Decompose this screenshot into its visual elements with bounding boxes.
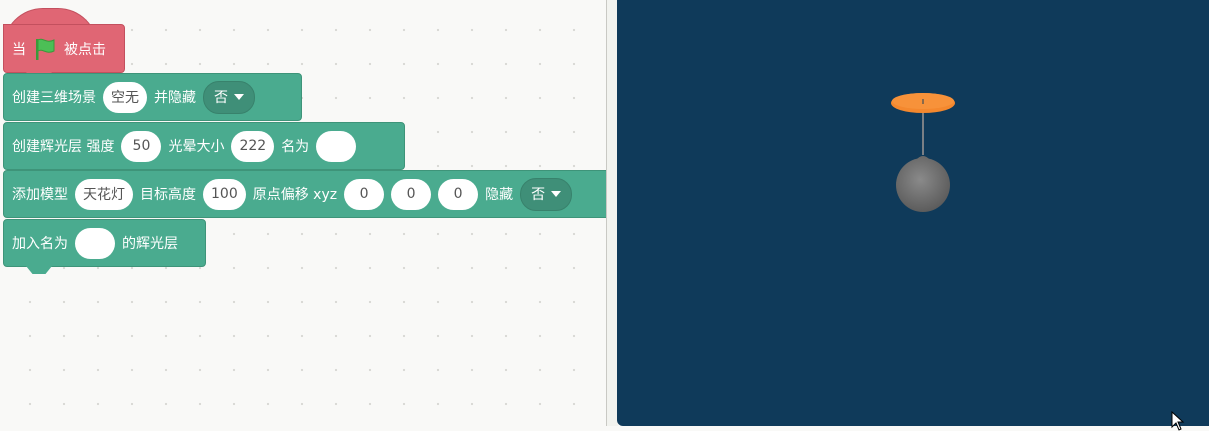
- block-label: 光晕大小: [168, 139, 225, 155]
- when-flag-clicked-block[interactable]: 当 被点击: [3, 24, 125, 80]
- offset-y-input[interactable]: 0: [391, 178, 432, 210]
- strength-input[interactable]: 50: [121, 130, 162, 162]
- block-label: 添加模型: [12, 187, 68, 203]
- scene-input[interactable]: 空无: [103, 81, 147, 113]
- dropdown-value: 否: [214, 90, 228, 106]
- caret-down-icon: [234, 94, 244, 100]
- block-label: 创建三维场景: [12, 90, 96, 106]
- join-glow-layer-block[interactable]: 加入名为 的辉光层: [3, 219, 206, 274]
- block-label: 隐藏: [485, 187, 514, 203]
- block-label: 原点偏移 xyz: [252, 187, 338, 203]
- mouse-cursor-icon: [1171, 411, 1185, 431]
- layer-name-input[interactable]: [75, 227, 115, 259]
- ceiling-lamp-model: [891, 93, 955, 212]
- model-input[interactable]: 天花灯: [75, 178, 133, 210]
- hat-prefix: 当: [12, 41, 26, 58]
- create-3d-scene-block[interactable]: 创建三维场景 空无 并隐藏 否: [3, 73, 302, 121]
- model-hide-dropdown[interactable]: 否: [520, 177, 573, 211]
- add-model-block[interactable]: 添加模型 天花灯 目标高度 100 原点偏移 xyz 0 0 0 隐藏 否: [3, 170, 606, 218]
- height-input[interactable]: 100: [203, 178, 246, 210]
- offset-z-input[interactable]: 0: [438, 178, 479, 210]
- halo-size-input[interactable]: 222: [231, 130, 275, 162]
- stage-canvas[interactable]: [617, 0, 1209, 431]
- block-label: 创建辉光层 强度: [12, 139, 115, 155]
- offset-x-input[interactable]: 0: [344, 178, 385, 210]
- glow-name-input[interactable]: [316, 130, 357, 162]
- block-label: 并隐藏: [154, 90, 196, 106]
- dropdown-value: 否: [531, 187, 546, 203]
- hide-dropdown[interactable]: 否: [203, 80, 255, 114]
- block-label: 目标高度: [140, 187, 196, 203]
- green-flag-icon: [36, 38, 55, 60]
- block-notch: [26, 266, 52, 274]
- block-label: 名为: [281, 139, 310, 155]
- code-workspace[interactable]: 当 被点击 创建三维场景 空无 并隐藏 否 创建辉光层 强度 50 光晕大小 2…: [0, 0, 606, 426]
- block-label: 的辉光层: [122, 236, 178, 252]
- create-glow-layer-block[interactable]: 创建辉光层 强度 50 光晕大小 222 名为: [3, 122, 405, 170]
- caret-down-icon: [551, 191, 562, 197]
- block-label: 加入名为: [12, 236, 68, 252]
- hat-suffix: 被点击: [64, 41, 106, 58]
